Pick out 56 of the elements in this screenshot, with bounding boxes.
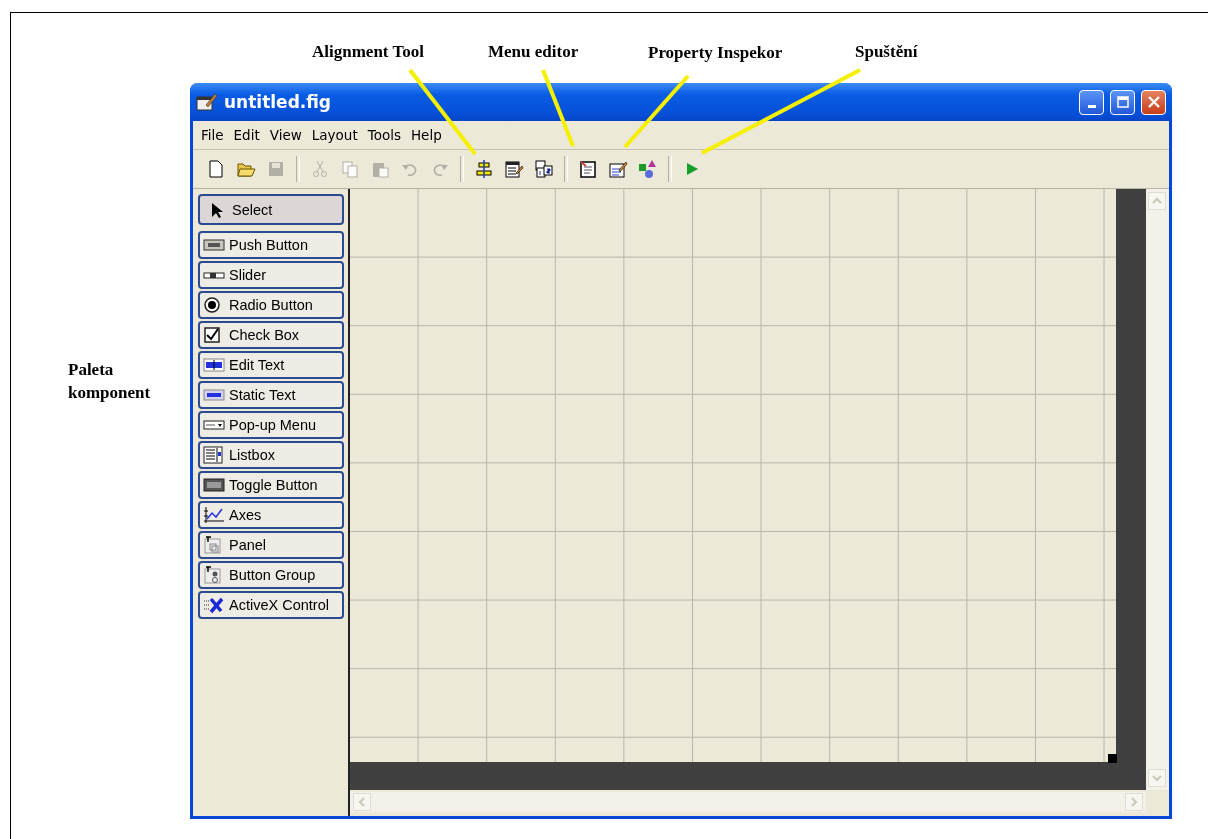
palette-button[interactable]: Pop-up Menu [198, 411, 344, 439]
palette-button[interactable]: Push Button [198, 231, 344, 259]
palette-button[interactable]: Select [198, 194, 344, 225]
chevron-left-icon [357, 797, 367, 807]
toggle-button-icon [203, 476, 225, 494]
palette-button[interactable]: Slider [198, 261, 344, 289]
close-button[interactable] [1141, 89, 1166, 115]
static-text-icon [203, 386, 225, 404]
palette-button[interactable]: Button Group [198, 561, 344, 589]
palette-button[interactable]: Axes [198, 501, 344, 529]
chevron-down-icon [1152, 773, 1162, 783]
menu-item[interactable]: File [196, 125, 229, 145]
maximize-icon [1115, 95, 1130, 109]
palette-button[interactable]: Toggle Button [198, 471, 344, 499]
annotation-label: Spuštění [855, 42, 918, 62]
tab-order-icon [534, 159, 554, 179]
minimize-button[interactable] [1079, 89, 1104, 115]
annotation-label: Property Inspekor [648, 43, 783, 63]
list-pencil-icon [608, 159, 628, 179]
window-title: untitled.fig [224, 92, 333, 112]
palette-button[interactable]: Static Text [198, 381, 344, 409]
annotation-label: Menu editor [488, 42, 579, 62]
copy-icon [340, 159, 360, 179]
close-icon [1146, 95, 1161, 109]
annotation-label: Alignment Tool [312, 42, 424, 62]
menu-item[interactable]: Layout [306, 125, 363, 145]
listbox-icon [203, 446, 225, 464]
resize-handle[interactable] [1108, 754, 1117, 763]
figure-pencil-icon [196, 92, 218, 112]
menu-item[interactable]: Help [405, 125, 447, 145]
menu-item[interactable]: View [264, 125, 307, 145]
chevron-right-icon [1129, 797, 1139, 807]
palette-button[interactable]: Check Box [198, 321, 344, 349]
palette-button[interactable]: Listbox [198, 441, 344, 469]
menu-pencil-icon [504, 159, 524, 179]
menu-item[interactable]: Edit [228, 125, 265, 145]
push-button-icon [203, 236, 225, 254]
shapes-icon [638, 159, 658, 179]
align-icon [474, 159, 494, 179]
horizontal-scrollbar[interactable] [350, 792, 1146, 812]
document-pencil-icon [578, 159, 598, 179]
annotation-label: Paleta komponent [68, 359, 152, 404]
maximize-button[interactable] [1110, 89, 1135, 115]
blank-page-icon [206, 159, 226, 179]
menu-item[interactable]: Tools [362, 125, 406, 145]
chevron-up-icon [1152, 196, 1162, 206]
activex-icon [203, 596, 225, 614]
palette-button[interactable]: Edit Text [198, 351, 344, 379]
scissors-icon [310, 159, 330, 179]
edit-text-icon [203, 356, 225, 374]
axes-icon [203, 506, 225, 524]
palette-button[interactable]: Radio Button [198, 291, 344, 319]
vertical-scrollbar[interactable] [1146, 189, 1169, 790]
minimize-icon [1087, 104, 1096, 108]
palette-button[interactable]: ActiveX Control [198, 591, 344, 619]
palette-button[interactable]: Panel [198, 531, 344, 559]
